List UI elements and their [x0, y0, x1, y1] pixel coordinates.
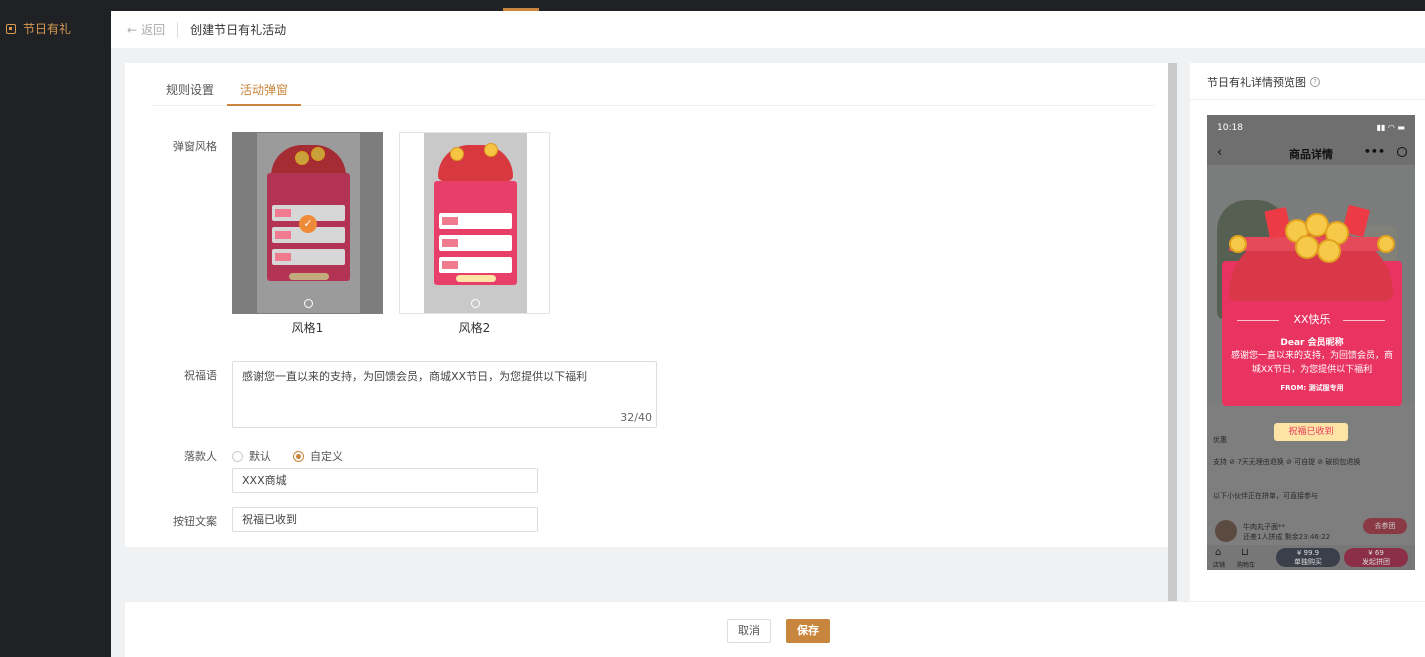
record-icon	[1397, 147, 1407, 157]
popup-confirm-button: 祝福已收到	[1274, 423, 1348, 441]
tab-bar: 规则设置 活动弹窗	[153, 80, 1155, 106]
back-button[interactable]: ← 返回	[127, 21, 179, 38]
signer-radio-custom[interactable]: 自定义	[293, 448, 343, 464]
radio-label: 默认	[249, 450, 271, 463]
greeting-char-counter: 32/40	[620, 411, 652, 424]
greeting-label: 祝福语	[184, 369, 217, 382]
preview-title-text: 节日有礼详情预览图	[1207, 76, 1306, 89]
radio-icon	[232, 450, 243, 462]
preview-title: 节日有礼详情预览图 ?	[1207, 74, 1320, 90]
coin-icon	[1229, 235, 1247, 253]
cart-label: 购物车	[1237, 562, 1256, 569]
close-icon	[304, 299, 313, 308]
coin-icon	[1317, 239, 1341, 263]
button-text-input[interactable]: 祝福已收到	[232, 507, 538, 532]
cart-icon: ⊔	[1241, 547, 1249, 558]
tab-activity-popup[interactable]: 活动弹窗	[227, 80, 302, 106]
more-icon: •••	[1363, 145, 1385, 158]
store-label: 店铺	[1213, 562, 1226, 569]
avatar	[1215, 520, 1237, 542]
coin-icon	[1377, 235, 1395, 253]
store-icon: ⌂	[1215, 547, 1222, 558]
buy-single-button: ¥ 99.9 单独购买	[1276, 548, 1340, 567]
form-card: 规则设置 活动弹窗 弹窗风格 ✓ 风格1 风格2 祝福语 感谢您一直以来的支持，…	[125, 63, 1168, 547]
page-title: 创建节日有礼活动	[190, 23, 287, 37]
greeting-textarea[interactable]: 感谢您一直以来的支持，为回馈会员，商城XX节日，为您提供以下福利 32/40	[232, 361, 657, 428]
style-option-1[interactable]: ✓	[232, 132, 383, 314]
arrow-left-icon: ←	[127, 22, 138, 37]
footer-bar: 取消 保存	[125, 601, 1425, 657]
popup-style-label: 弹窗风格	[173, 140, 217, 153]
status-bar: 10:18 ▮▮ ◠ ▬	[1207, 115, 1415, 141]
popup-title: XX快乐	[1293, 313, 1331, 326]
save-button[interactable]: 保存	[786, 619, 830, 643]
popup-dear: Dear 会员昵称	[1280, 338, 1344, 348]
sidebar-item-festival-gift[interactable]: 节日有礼	[6, 20, 71, 37]
popup-from: FROM: 测试服专用	[1280, 384, 1344, 392]
signer-input[interactable]: XXX商城	[232, 468, 538, 493]
page-header: ← 返回 创建节日有礼活动	[111, 11, 1425, 49]
radio-label: 自定义	[310, 450, 343, 463]
popup-message: 感谢您一直以来的支持，为回馈会员，商城XX节日，为您提供以下福利	[1230, 351, 1393, 375]
cancel-button[interactable]: 取消	[727, 619, 771, 643]
scrollbar[interactable]	[1168, 63, 1177, 603]
status-time: 10:18	[1217, 123, 1243, 133]
sidebar: 节日有礼	[0, 0, 111, 657]
info-icon[interactable]: ?	[1310, 77, 1320, 87]
style-option-2[interactable]	[399, 132, 550, 314]
signal-icon: ▮▮ ◠ ▬	[1376, 123, 1405, 132]
radio-icon	[293, 450, 304, 462]
signer-radio-group: 默认 自定义	[232, 448, 343, 464]
buy-group-button: ¥ 69 发起拼团	[1344, 548, 1408, 567]
signer-label: 落款人	[184, 450, 217, 463]
signer-radio-default[interactable]: 默认	[232, 448, 271, 464]
tab-rule-settings[interactable]: 规则设置	[153, 80, 227, 106]
greeting-value: 感谢您一直以来的支持，为回馈会员，商城XX节日，为您提供以下福利	[242, 370, 588, 383]
gift-icon	[6, 23, 16, 34]
button-text-label: 按钮文案	[173, 515, 217, 528]
sidebar-item-label: 节日有礼	[23, 22, 72, 36]
phone-nav-bar: ‹ 商品详情 •••	[1207, 141, 1415, 165]
close-icon	[471, 299, 480, 308]
phone-preview: 10:18 ▮▮ ◠ ▬ ‹ 商品详情 ••• 优惠 支持 ⊘ 7天无理由退换 …	[1207, 115, 1415, 570]
phone-bottom-bar: ⌂ 店铺 ⊔ 购物车 ¥ 99.9 单独购买 ¥ 69 发起拼团	[1207, 545, 1415, 570]
style-1-caption: 风格1	[291, 321, 324, 335]
preview-panel: 节日有礼详情预览图 ? 10:18 ▮▮ ◠ ▬ ‹ 商品详情 ••• 优惠 支…	[1190, 63, 1425, 601]
top-bar	[0, 0, 1425, 11]
style-2-caption: 风格2	[458, 321, 491, 335]
coin-icon	[1295, 235, 1319, 259]
join-group-button: 去参团	[1363, 518, 1407, 534]
style-2-thumbnail	[424, 133, 527, 313]
main-area: ← 返回 创建节日有礼活动 规则设置 活动弹窗 弹窗风格 ✓ 风格1 风格2 祝…	[111, 11, 1425, 657]
back-label: 返回	[141, 23, 166, 37]
checkmark-icon: ✓	[299, 215, 317, 233]
